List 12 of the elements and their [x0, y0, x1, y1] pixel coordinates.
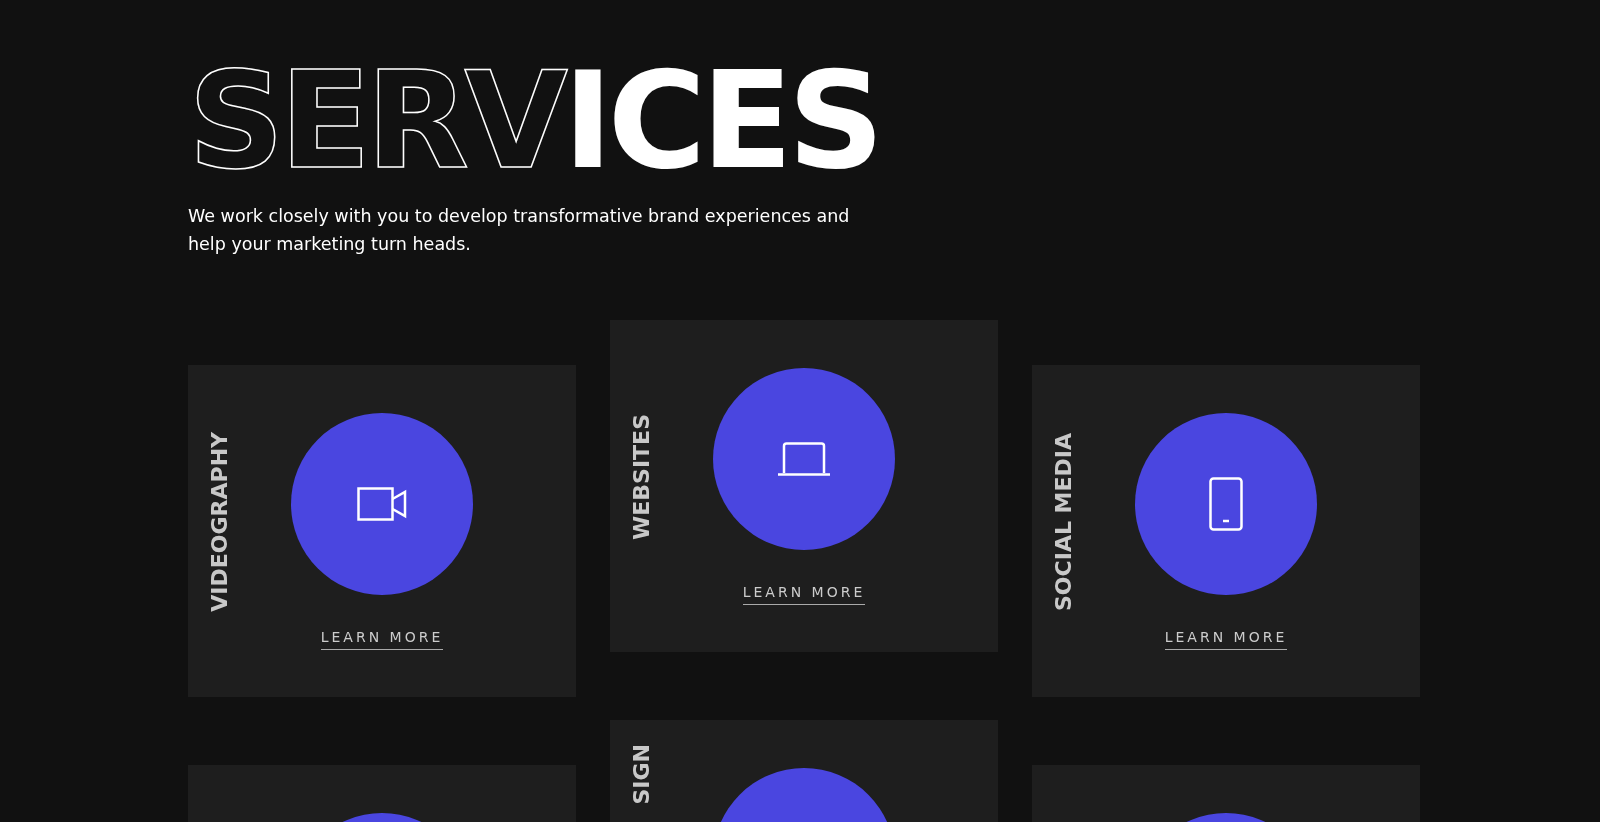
video-camera-icon [357, 487, 407, 521]
intro-text: We work closely with you to develop transformative brand experiences and help your marketing turn heads. [188, 205, 851, 256]
laptop-icon [777, 441, 831, 477]
service-title: SOCIAL MEDIA [1050, 433, 1076, 611]
learn-more-link[interactable]: LEARN MORE [1164, 629, 1288, 650]
learn-more-link[interactable]: LEARN MORE [320, 629, 444, 650]
learn-more-link[interactable]: LEARN MORE [742, 584, 866, 605]
service-title: VIDEOGRAPHY [206, 432, 232, 612]
phone-icon [1209, 477, 1243, 531]
services-heading: SERVICES [188, 42, 880, 188]
service-title: SIGN [628, 744, 654, 805]
service-title: WEBSITES [628, 414, 654, 540]
